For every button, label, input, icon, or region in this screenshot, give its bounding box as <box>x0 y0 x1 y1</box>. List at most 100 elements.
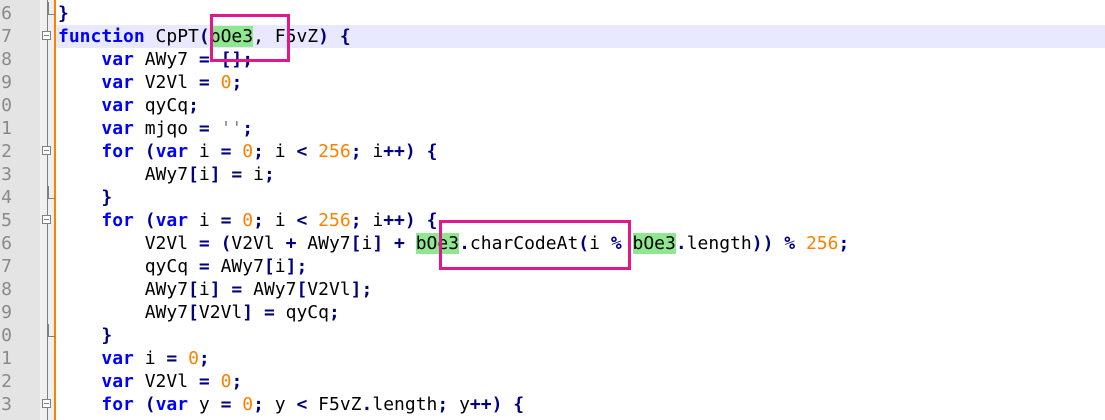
code-token: ( <box>144 394 156 415</box>
code-token: [ <box>296 279 308 300</box>
code-token: 0 <box>188 348 199 369</box>
code-token: i <box>361 210 384 231</box>
code-token: ] <box>209 279 221 300</box>
code-token: function <box>58 26 145 47</box>
code-token: for <box>101 210 134 231</box>
code-token: { <box>426 141 438 162</box>
code-token: i <box>198 164 210 185</box>
code-token: AWy7 <box>209 256 264 277</box>
code-token: i <box>263 210 297 231</box>
line-number: 8 <box>1 49 12 70</box>
fold-end-marker <box>48 324 55 337</box>
code-token: i <box>263 141 297 162</box>
code-token: 0 <box>242 141 254 162</box>
code-token: var <box>101 49 134 70</box>
code-line[interactable]: 2 var V2Vl = 0; <box>1 370 1105 393</box>
code-text: for (var y = 0; y < F5vZ.length; y++) { <box>58 393 524 416</box>
code-token: V2Vl <box>198 302 243 323</box>
code-token: mjqo <box>133 118 199 139</box>
line-number: 0 <box>1 325 12 346</box>
code-token: [ <box>188 164 199 185</box>
code-token: = <box>220 141 232 162</box>
highlight-box-param <box>210 14 290 62</box>
code-line[interactable]: 9 var V2Vl = 0; <box>1 71 1105 94</box>
code-line[interactable]: 0 var qyCq; <box>1 94 1105 117</box>
code-token: ; <box>350 210 362 231</box>
code-token: [ <box>350 233 362 254</box>
line-number: 3 <box>1 394 12 415</box>
line-number: 0 <box>1 95 12 116</box>
code-token: [ <box>263 256 275 277</box>
code-line[interactable]: 8 AWy7[i] = AWy7[V2Vl]; <box>1 278 1105 301</box>
code-token: i <box>361 141 384 162</box>
code-token: 0 <box>242 394 254 415</box>
code-line[interactable]: 1 var mjqo = ''; <box>1 117 1105 140</box>
code-line[interactable]: 1 var i = 0; <box>1 347 1105 370</box>
code-token: ; <box>231 371 243 392</box>
code-text: var qyCq; <box>58 94 199 117</box>
code-token: i <box>361 233 373 254</box>
fold-toggle-icon[interactable] <box>42 31 51 40</box>
code-token: AWy7 <box>133 49 199 70</box>
line-number: 1 <box>1 118 12 139</box>
code-token: var <box>101 371 134 392</box>
code-token: var <box>155 210 189 231</box>
fold-toggle-icon[interactable] <box>42 215 51 224</box>
code-line[interactable]: 3 AWy7[i] = i; <box>1 163 1105 186</box>
code-text: var V2Vl = 0; <box>58 71 242 94</box>
code-token: 256 <box>318 141 351 162</box>
code-token: ( <box>144 141 156 162</box>
code-token: var <box>101 95 134 116</box>
code-line[interactable]: 0 } <box>1 324 1105 347</box>
code-token: ; <box>253 394 264 415</box>
code-line[interactable]: 2 for (var i = 0; i < 256; i++) { <box>1 140 1105 163</box>
code-token: var <box>101 348 134 369</box>
fold-toggle-icon[interactable] <box>42 399 51 408</box>
code-token: i <box>188 141 221 162</box>
line-number: 8 <box>1 279 12 300</box>
fold-toggle-icon[interactable] <box>42 146 51 155</box>
code-line[interactable]: 3 for (var y = 0; y < F5vZ.length; y++) … <box>1 393 1105 416</box>
code-token: y <box>263 394 297 415</box>
code-token: } <box>101 187 113 208</box>
code-line[interactable]: 9 AWy7[V2Vl] = qyCq; <box>1 301 1105 324</box>
code-token: )) <box>751 233 774 254</box>
code-token: < <box>296 394 308 415</box>
code-token: V2Vl <box>307 279 351 300</box>
code-token: for <box>101 394 134 415</box>
code-text: AWy7[i] = AWy7[V2Vl]; <box>58 278 373 301</box>
line-number: 9 <box>1 72 12 93</box>
code-text: for (var i = 0; i < 256; i++) { <box>58 209 437 232</box>
code-editor[interactable]: 6} 7 function CpPT(bOe3, F5vZ) {8 var AWy7… <box>1 0 1105 420</box>
code-text: } <box>58 324 112 347</box>
code-token: . <box>675 233 687 254</box>
code-token: = <box>166 348 178 369</box>
code-line[interactable]: 4 } <box>1 186 1105 209</box>
code-token: < <box>296 210 308 231</box>
code-text: var V2Vl = 0; <box>58 370 242 393</box>
highlighted-identifier: bOe3 <box>632 233 676 254</box>
code-token: i <box>242 164 264 185</box>
line-number: 4 <box>1 187 12 208</box>
code-token: { <box>339 26 351 47</box>
code-text: AWy7[i] = i; <box>58 163 275 186</box>
code-token: + <box>394 233 405 254</box>
